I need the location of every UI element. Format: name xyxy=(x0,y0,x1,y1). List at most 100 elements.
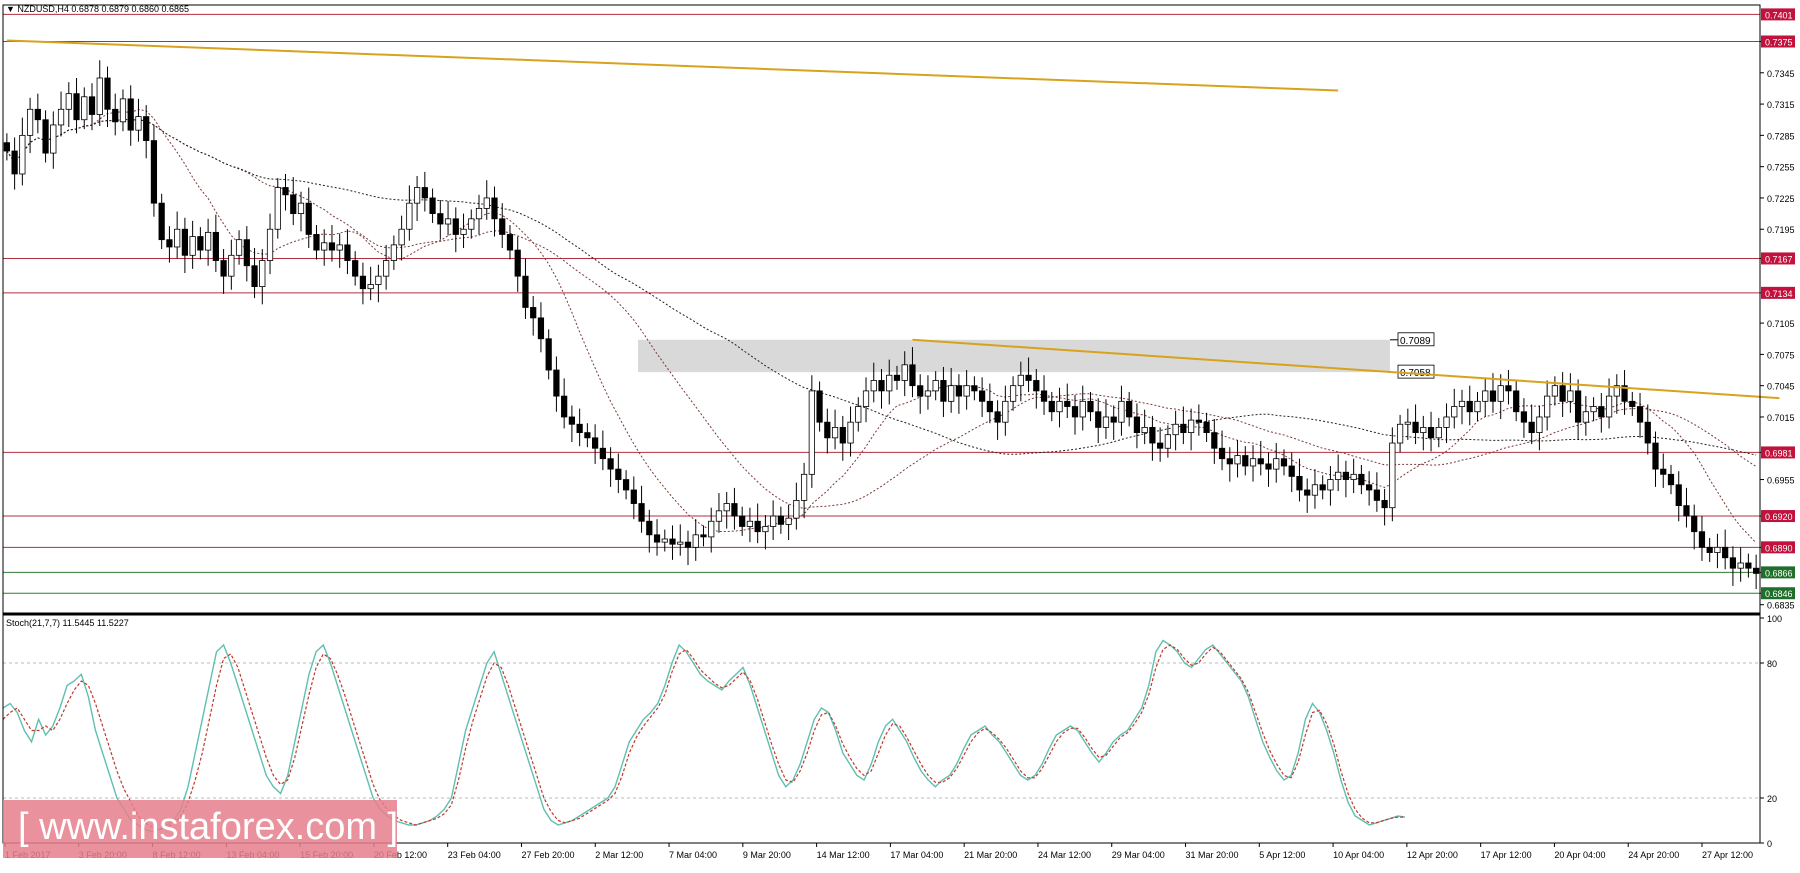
candle xyxy=(1745,562,1752,569)
candle xyxy=(553,369,560,397)
candle xyxy=(1009,385,1017,402)
candle xyxy=(57,108,65,126)
candle xyxy=(1304,489,1311,496)
candle xyxy=(274,187,281,230)
candle xyxy=(328,242,336,251)
candle xyxy=(483,197,490,209)
candle xyxy=(1257,458,1264,465)
candle xyxy=(1660,468,1667,475)
candle xyxy=(181,228,189,256)
candle xyxy=(26,108,34,136)
candle xyxy=(847,421,854,444)
candle xyxy=(754,520,761,533)
time-axis-label: 12 Apr 20:00 xyxy=(1407,850,1458,860)
candle xyxy=(81,96,88,121)
time-axis-label: 27 Feb 20:00 xyxy=(521,850,574,860)
candle xyxy=(73,93,80,121)
price-tick-label: 0.7045 xyxy=(1767,382,1795,392)
candle xyxy=(406,202,413,230)
candle xyxy=(669,538,676,545)
candle xyxy=(235,239,243,256)
candle xyxy=(220,260,227,277)
candle xyxy=(1095,411,1102,428)
candle xyxy=(862,390,870,407)
candle xyxy=(205,231,212,251)
candle xyxy=(1737,562,1744,569)
time-axis-label: 31 Mar 20:00 xyxy=(1186,850,1239,860)
candle xyxy=(290,194,297,214)
candle xyxy=(1466,400,1473,413)
candle xyxy=(1474,400,1481,413)
time-axis-label: 17 Apr 12:00 xyxy=(1481,850,1532,860)
candle xyxy=(212,231,219,261)
candle xyxy=(1544,395,1551,418)
candle xyxy=(1574,390,1582,423)
candle xyxy=(1133,416,1141,434)
candle xyxy=(1203,421,1210,434)
candle xyxy=(1335,471,1342,480)
candle xyxy=(119,98,127,123)
time-axis-label: 24 Apr 20:00 xyxy=(1628,850,1679,860)
candle xyxy=(398,228,405,246)
price-tick-label: 0.7225 xyxy=(1767,194,1795,204)
candle xyxy=(104,77,111,110)
candle xyxy=(638,503,645,522)
time-axis-label: 7 Mar 04:00 xyxy=(669,850,717,860)
candle xyxy=(1056,400,1063,413)
candle xyxy=(723,503,730,512)
candle xyxy=(901,364,908,381)
candle xyxy=(1126,400,1133,418)
candle xyxy=(251,265,258,287)
stochastic-header: Stoch(21,7,7) 11.5445 11.5227 xyxy=(6,618,129,628)
candle xyxy=(1497,385,1504,402)
candle xyxy=(646,520,653,536)
candle xyxy=(1412,421,1419,434)
time-axis-label: 10 Apr 04:00 xyxy=(1333,850,1384,860)
candle xyxy=(1443,416,1450,428)
time-axis-label: 9 Mar 20:00 xyxy=(743,850,791,860)
candle xyxy=(437,213,444,225)
candle xyxy=(1002,400,1009,423)
candle xyxy=(1513,390,1520,413)
candle xyxy=(1025,374,1032,381)
candle xyxy=(545,338,552,371)
candle xyxy=(607,458,614,470)
candle xyxy=(1567,390,1574,402)
time-axis-label: 20 Apr 04:00 xyxy=(1554,850,1605,860)
candle xyxy=(715,510,723,522)
candle xyxy=(785,517,792,525)
price-tag-label: 0.6981 xyxy=(1765,448,1793,458)
time-axis-label: 21 Mar 20:00 xyxy=(964,850,1017,860)
candle xyxy=(808,390,815,475)
candle xyxy=(344,244,351,261)
price-tag-label: 0.6866 xyxy=(1765,568,1793,578)
candle xyxy=(630,489,637,504)
candle xyxy=(700,534,707,538)
candle xyxy=(491,197,498,220)
candle xyxy=(1265,463,1272,470)
candle xyxy=(1164,434,1171,449)
candle xyxy=(282,187,289,196)
candle xyxy=(839,426,846,444)
candle xyxy=(1675,484,1682,507)
stoch-tick-label: 0 xyxy=(1767,839,1772,849)
price-tick-label: 0.6835 xyxy=(1767,601,1795,611)
candle xyxy=(468,218,475,230)
time-axis-label: 17 Mar 04:00 xyxy=(890,850,943,860)
candle xyxy=(421,187,428,199)
time-axis-label: 14 Mar 12:00 xyxy=(817,850,870,860)
candle xyxy=(1366,484,1373,491)
price-tag-label: 0.6920 xyxy=(1765,512,1793,522)
supply-zone xyxy=(638,339,1390,373)
candle xyxy=(1551,385,1558,397)
candle xyxy=(1141,426,1148,434)
candle xyxy=(228,254,235,277)
candle xyxy=(955,385,963,397)
price-tick-label: 0.6955 xyxy=(1767,476,1795,486)
candle xyxy=(1427,426,1435,439)
candle xyxy=(870,380,877,392)
candle xyxy=(584,432,591,439)
candle xyxy=(1559,385,1566,402)
candle xyxy=(197,236,204,251)
candle xyxy=(1187,419,1195,434)
